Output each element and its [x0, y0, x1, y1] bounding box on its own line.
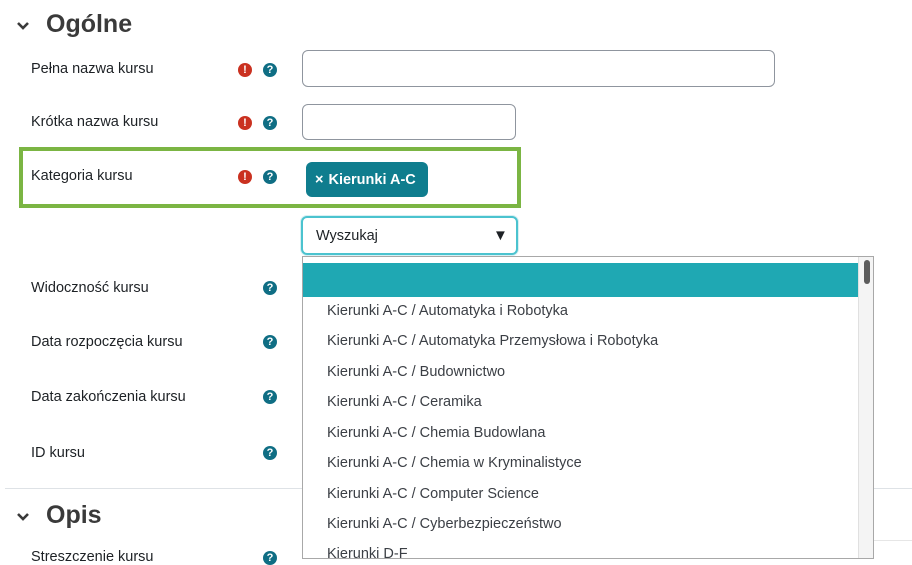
help-icon[interactable]: ? — [263, 116, 277, 130]
category-dropdown-list[interactable]: Kierunki A-C / Automatyka i Robotyka Kie… — [302, 256, 874, 559]
dropdown-option[interactable]: Kierunki A-C / Chemia w Kryminalistyce — [327, 455, 582, 471]
category-label: Kategoria kursu — [31, 168, 133, 184]
dropdown-option-highlighted[interactable] — [303, 263, 858, 297]
search-select-label: Wyszukaj — [316, 228, 378, 244]
dropdown-arrow-icon[interactable]: ▼ — [493, 227, 508, 244]
required-icon: ! — [238, 63, 252, 77]
chevron-down-icon[interactable] — [16, 512, 30, 522]
category-selected-tag[interactable]: × Kierunki A-C — [306, 162, 428, 197]
fullname-input[interactable] — [302, 50, 775, 87]
visibility-label: Widoczność kursu — [31, 280, 149, 296]
dropdown-option[interactable]: Kierunki A-C / Cyberbezpieczeństwo — [327, 516, 562, 532]
dropdown-option[interactable]: Kierunki D-F — [327, 546, 408, 558]
scrollbar-thumb[interactable] — [864, 260, 870, 284]
category-search-select[interactable]: Wyszukaj ▼ — [301, 216, 518, 255]
help-icon[interactable]: ? — [263, 281, 277, 295]
dropdown-option[interactable]: Kierunki A-C / Budownictwo — [327, 364, 505, 380]
required-icon: ! — [238, 116, 252, 130]
dropdown-option[interactable]: Kierunki A-C / Ceramika — [327, 394, 482, 410]
dropdown-option[interactable]: Kierunki A-C / Computer Science — [327, 486, 539, 502]
help-icon[interactable]: ? — [263, 170, 277, 184]
dropdown-option[interactable]: Kierunki A-C / Automatyka Przemysłowa i … — [327, 333, 658, 349]
help-icon[interactable]: ? — [263, 335, 277, 349]
idnumber-label: ID kursu — [31, 445, 85, 461]
section-title-general[interactable]: Ogólne — [46, 10, 132, 39]
summary-label: Streszczenie kursu — [31, 549, 154, 565]
remove-tag-icon[interactable]: × — [315, 172, 323, 188]
help-icon[interactable]: ? — [263, 551, 277, 565]
shortname-input[interactable] — [302, 104, 516, 140]
dropdown-option[interactable]: Kierunki A-C / Chemia Budowlana — [327, 425, 545, 441]
help-icon[interactable]: ? — [263, 446, 277, 460]
category-selected-label: Kierunki A-C — [328, 171, 416, 188]
fullname-label: Pełna nazwa kursu — [31, 61, 154, 77]
shortname-label: Krótka nazwa kursu — [31, 114, 159, 130]
section-title-description[interactable]: Opis — [46, 501, 102, 530]
required-icon: ! — [238, 170, 252, 184]
help-icon[interactable]: ? — [263, 63, 277, 77]
dropdown-option[interactable]: Kierunki A-C / Automatyka i Robotyka — [327, 303, 568, 319]
startdate-label: Data rozpoczęcia kursu — [31, 334, 183, 350]
enddate-label: Data zakończenia kursu — [31, 389, 186, 405]
dropdown-scrollbar[interactable] — [858, 257, 873, 558]
chevron-down-icon[interactable] — [16, 21, 30, 31]
help-icon[interactable]: ? — [263, 390, 277, 404]
